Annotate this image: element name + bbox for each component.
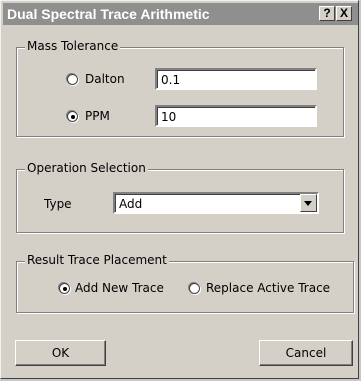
dalton-input[interactable]: 0.1 (155, 68, 317, 90)
window-title: Dual Spectral Trace Arithmetic (7, 6, 210, 22)
type-select-value: Add (119, 197, 143, 211)
close-button[interactable]: X (336, 6, 352, 21)
dialog-window: Dual Spectral Trace Arithmetic ? X Mass … (0, 0, 359, 379)
result-trace-placement-group: Result Trace Placement Add New Trace Rep… (16, 253, 354, 313)
mass-tolerance-legend: Mass Tolerance (25, 39, 121, 53)
replace-active-trace-radio[interactable] (189, 283, 200, 294)
title-bar[interactable]: Dual Spectral Trace Arithmetic ? X (3, 3, 358, 25)
result-trace-placement-legend: Result Trace Placement (25, 253, 169, 267)
add-new-trace-radio[interactable] (59, 283, 70, 294)
dalton-radio[interactable] (67, 74, 78, 85)
cancel-button[interactable]: Cancel (259, 340, 353, 366)
operation-selection-group: Operation Selection Type Add (16, 161, 344, 233)
ppm-radio[interactable] (67, 111, 78, 122)
add-new-trace-label[interactable]: Add New Trace (75, 281, 164, 295)
ppm-input[interactable]: 10 (155, 105, 317, 127)
ppm-label[interactable]: PPM (85, 109, 110, 123)
dalton-label[interactable]: Dalton (85, 72, 125, 86)
type-select[interactable]: Add (113, 192, 319, 214)
operation-selection-legend: Operation Selection (25, 161, 148, 175)
type-label: Type (44, 197, 72, 211)
ok-button[interactable]: OK (15, 340, 106, 366)
help-button[interactable]: ? (319, 6, 335, 21)
replace-active-trace-label[interactable]: Replace Active Trace (206, 281, 330, 295)
chevron-down-icon[interactable] (300, 194, 317, 212)
mass-tolerance-group: Mass Tolerance Dalton 0.1 PPM 10 (16, 39, 344, 137)
